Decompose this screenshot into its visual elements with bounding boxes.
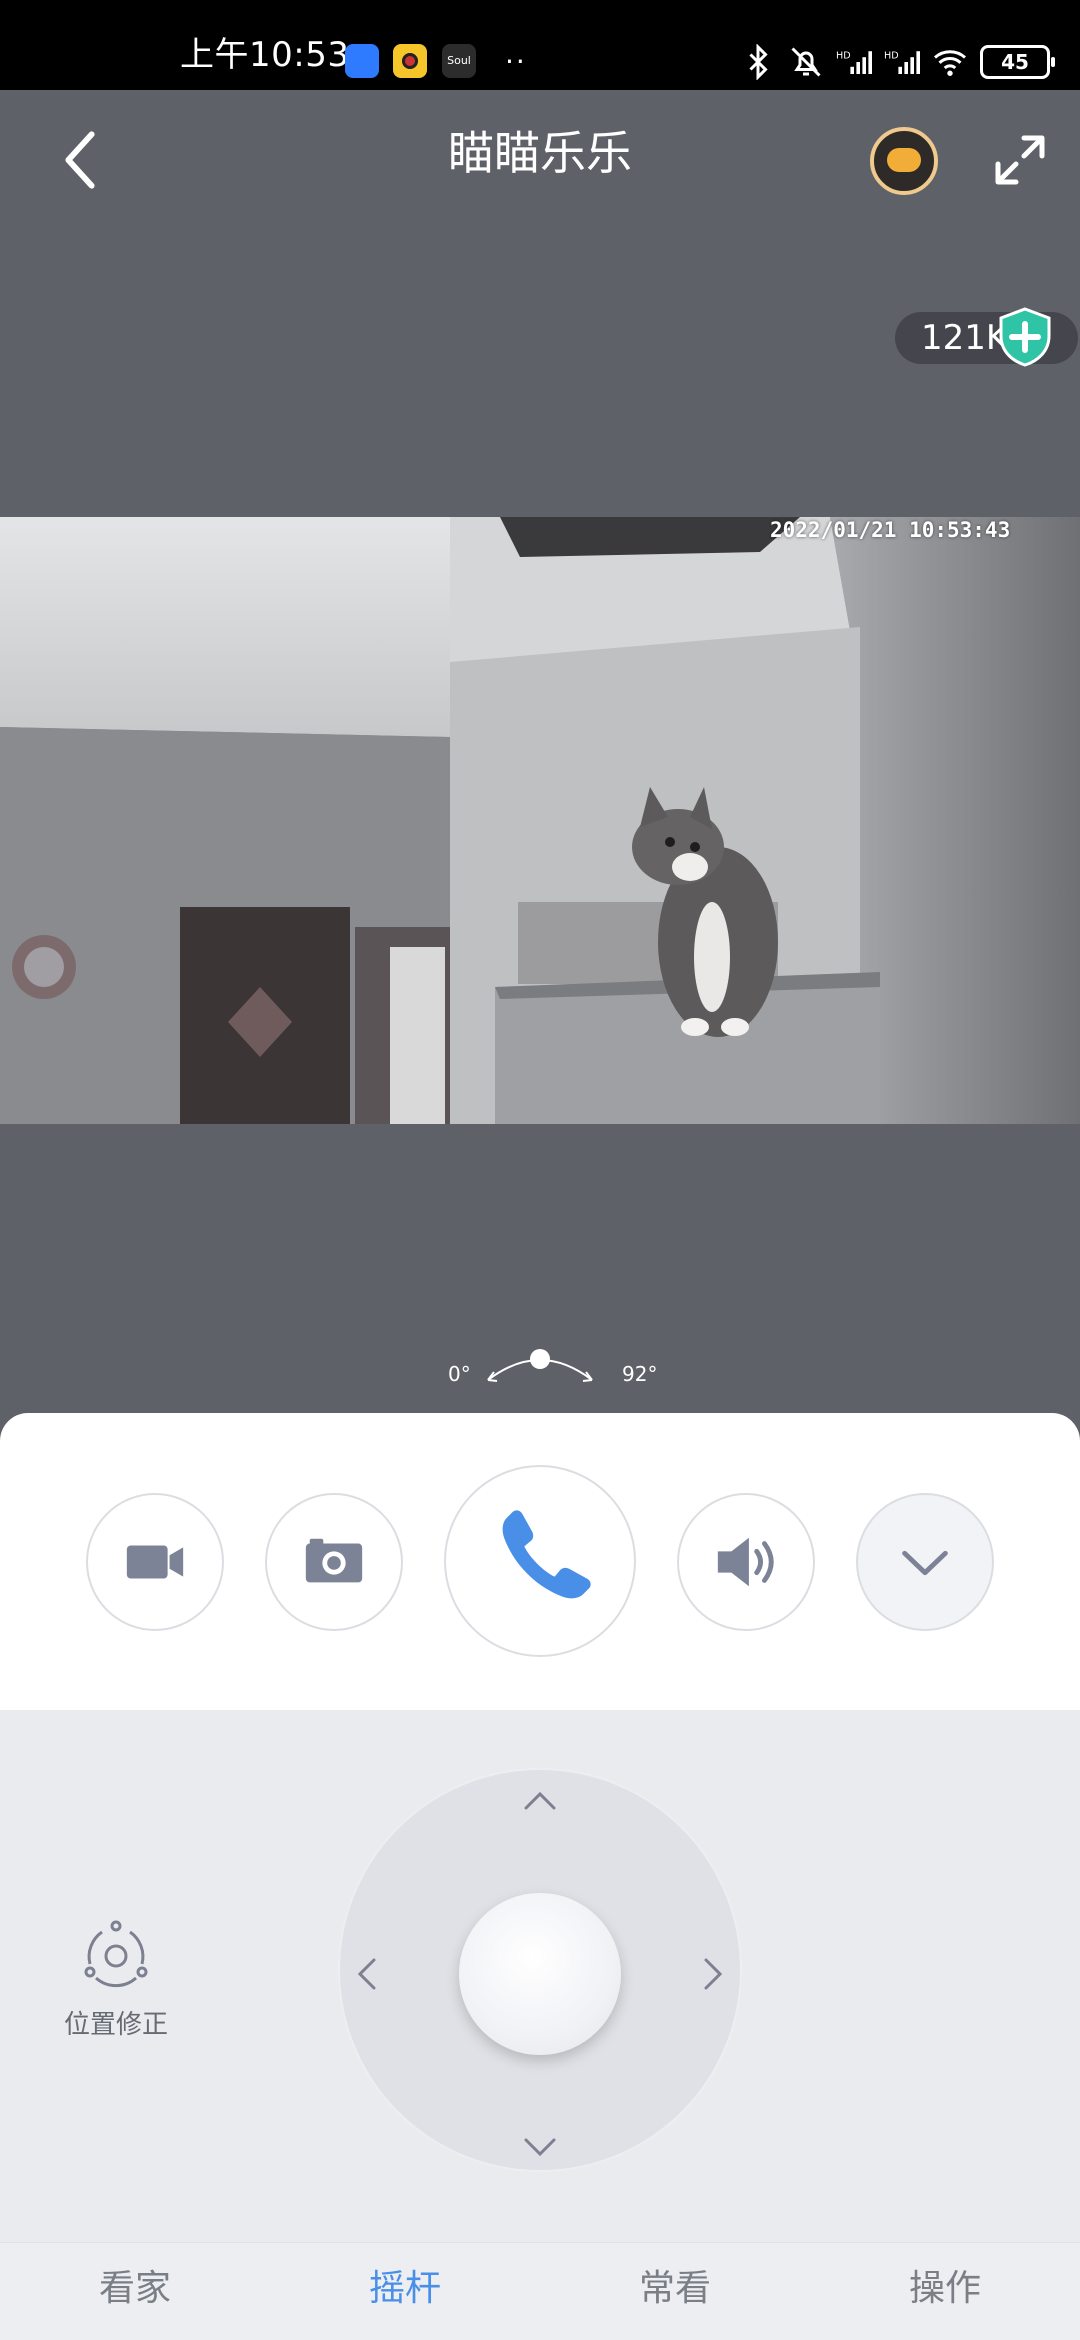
video-timestamp: 2022/01/21 10:53:43: [770, 518, 1011, 542]
more-controls-button[interactable]: [856, 1493, 994, 1631]
signal-icon-2: HD: [884, 50, 920, 74]
joystick-knob[interactable]: [459, 1893, 621, 2055]
signal-icon: HD: [836, 50, 872, 74]
record-button[interactable]: [86, 1493, 224, 1631]
angle-max-label: 92°: [622, 1362, 658, 1386]
cloud-playback-icon[interactable]: [870, 127, 938, 195]
phone-icon: [502, 1510, 591, 1599]
more-notifications-icon: ··: [505, 45, 527, 78]
baidu-app-icon: [345, 44, 379, 78]
chevron-down-icon: [902, 1550, 948, 1576]
fullscreen-icon[interactable]: [990, 130, 1050, 190]
camera-icon: [305, 1538, 363, 1583]
speaker-icon: [717, 1537, 774, 1587]
control-panel: [0, 1413, 1080, 1710]
bottom-nav: 看家 摇杆 常看 操作: [0, 2242, 1080, 2340]
pan-angle-indicator: [487, 1349, 593, 1382]
pan-left-icon[interactable]: [348, 1954, 388, 1994]
tab-frequent[interactable]: 常看: [600, 2271, 750, 2307]
video-app-icon: [393, 44, 427, 78]
battery-indicator: 45: [980, 45, 1055, 79]
tab-joystick[interactable]: 摇杆: [330, 2271, 480, 2307]
angle-min-label: 0°: [448, 1362, 471, 1386]
status-time: 上午10:53: [180, 35, 350, 75]
wifi-icon: [934, 50, 966, 76]
video-record-icon: [126, 1545, 184, 1579]
shield-plus-icon[interactable]: [997, 306, 1053, 368]
tilt-down-icon[interactable]: [520, 2126, 560, 2166]
position-fix-label: 位置修正: [63, 2010, 168, 2040]
bluetooth-icon: [749, 44, 768, 80]
sound-button[interactable]: [677, 1493, 815, 1631]
tab-operations[interactable]: 操作: [870, 2271, 1020, 2307]
tilt-up-icon[interactable]: [520, 1782, 560, 1822]
position-fix-icon: [84, 1920, 148, 1988]
pan-right-icon[interactable]: [692, 1954, 732, 1994]
camera-feed[interactable]: [0, 517, 1080, 1124]
status-bar: 上午10:53 Soul ·· HD HD 45: [0, 0, 1080, 90]
position-fix-button[interactable]: 位置修正: [56, 1918, 176, 2041]
tab-home-watch[interactable]: 看家: [60, 2271, 210, 2307]
snapshot-button[interactable]: [265, 1493, 403, 1631]
soul-app-icon: Soul: [442, 44, 476, 78]
network-hd-label: HD: [836, 50, 851, 61]
network-hd-label-2: HD: [884, 50, 899, 61]
mute-bell-icon: [791, 47, 821, 77]
call-button[interactable]: [444, 1465, 636, 1657]
